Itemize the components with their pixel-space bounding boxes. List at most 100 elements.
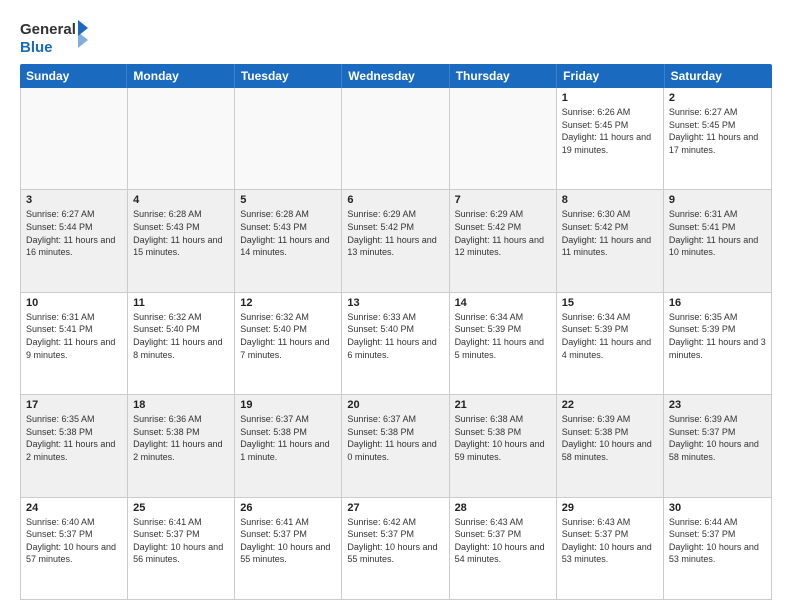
calendar-cell: 8 Sunrise: 6:30 AM Sunset: 5:42 PM Daylig… <box>557 190 664 291</box>
calendar-header: SundayMondayTuesdayWednesdayThursdayFrid… <box>20 64 772 88</box>
calendar-cell: 22 Sunrise: 6:39 AM Sunset: 5:38 PM Dayli… <box>557 395 664 496</box>
calendar-cell: 7Sunrise: 6:29 AM Sunset: 5:42 PM Daylig… <box>450 190 557 291</box>
page: GeneralBlue SundayMondayTuesdayWednesday… <box>0 0 792 612</box>
day-number: 21 <box>455 399 551 411</box>
day-number: 12 <box>240 297 336 309</box>
cell-info: Sunrise: 6:39 AM Sunset: 5:37 PM Dayligh… <box>669 413 766 463</box>
calendar-cell: 14 Sunrise: 6:34 AM Sunset: 5:39 PM Dayli… <box>450 293 557 394</box>
day-number: 16 <box>669 297 766 309</box>
day-number: 5 <box>240 194 336 206</box>
calendar: SundayMondayTuesdayWednesdayThursdayFrid… <box>20 64 772 600</box>
calendar-cell: 28Sunrise: 6:43 AM Sunset: 5:37 PM Dayli… <box>450 498 557 599</box>
cell-info: Sunrise: 6:36 AM Sunset: 5:38 PM Dayligh… <box>133 413 229 463</box>
calendar-cell: 15Sunrise: 6:34 AM Sunset: 5:39 PM Dayli… <box>557 293 664 394</box>
cell-info: Sunrise: 6:31 AM Sunset: 5:41 PM Dayligh… <box>26 311 122 361</box>
day-number: 2 <box>669 92 766 104</box>
day-number: 27 <box>347 502 443 514</box>
calendar-cell: 30Sunrise: 6:44 AM Sunset: 5:37 PM Dayli… <box>664 498 771 599</box>
cell-info: Sunrise: 6:39 AM Sunset: 5:38 PM Dayligh… <box>562 413 658 463</box>
day-of-week-header: Friday <box>557 64 664 88</box>
calendar-cell: 12Sunrise: 6:32 AM Sunset: 5:40 PM Dayli… <box>235 293 342 394</box>
calendar-cell: 13 Sunrise: 6:33 AM Sunset: 5:40 PM Dayli… <box>342 293 449 394</box>
day-number: 22 <box>562 399 658 411</box>
calendar-cell <box>450 88 557 189</box>
day-number: 4 <box>133 194 229 206</box>
day-number: 20 <box>347 399 443 411</box>
day-number: 10 <box>26 297 122 309</box>
calendar-cell: 10 Sunrise: 6:31 AM Sunset: 5:41 PM Dayli… <box>21 293 128 394</box>
calendar-cell: 23 Sunrise: 6:39 AM Sunset: 5:37 PM Dayli… <box>664 395 771 496</box>
cell-info: Sunrise: 6:26 AM Sunset: 5:45 PM Dayligh… <box>562 106 658 156</box>
day-of-week-header: Sunday <box>20 64 127 88</box>
day-number: 26 <box>240 502 336 514</box>
day-of-week-header: Wednesday <box>342 64 449 88</box>
calendar-body: 1 Sunrise: 6:26 AM Sunset: 5:45 PM Daylig… <box>20 88 772 600</box>
day-of-week-header: Tuesday <box>235 64 342 88</box>
day-number: 13 <box>347 297 443 309</box>
day-number: 25 <box>133 502 229 514</box>
cell-info: Sunrise: 6:34 AM Sunset: 5:39 PM Dayligh… <box>455 311 551 361</box>
calendar-cell <box>235 88 342 189</box>
calendar-week-row: 3Sunrise: 6:27 AM Sunset: 5:44 PM Daylig… <box>21 190 771 292</box>
cell-info: Sunrise: 6:35 AM Sunset: 5:39 PM Dayligh… <box>669 311 766 361</box>
cell-info: Sunrise: 6:40 AM Sunset: 5:37 PM Dayligh… <box>26 516 122 566</box>
calendar-cell: 6 Sunrise: 6:29 AM Sunset: 5:42 PM Daylig… <box>342 190 449 291</box>
calendar-week-row: 1 Sunrise: 6:26 AM Sunset: 5:45 PM Daylig… <box>21 88 771 190</box>
calendar-cell <box>342 88 449 189</box>
calendar-cell: 9Sunrise: 6:31 AM Sunset: 5:41 PM Daylig… <box>664 190 771 291</box>
cell-info: Sunrise: 6:31 AM Sunset: 5:41 PM Dayligh… <box>669 208 766 258</box>
calendar-cell: 5Sunrise: 6:28 AM Sunset: 5:43 PM Daylig… <box>235 190 342 291</box>
cell-info: Sunrise: 6:34 AM Sunset: 5:39 PM Dayligh… <box>562 311 658 361</box>
calendar-cell: 16 Sunrise: 6:35 AM Sunset: 5:39 PM Dayli… <box>664 293 771 394</box>
cell-info: Sunrise: 6:28 AM Sunset: 5:43 PM Dayligh… <box>133 208 229 258</box>
calendar-cell: 18 Sunrise: 6:36 AM Sunset: 5:38 PM Dayli… <box>128 395 235 496</box>
day-number: 19 <box>240 399 336 411</box>
logo: GeneralBlue <box>20 16 90 56</box>
calendar-cell: 4 Sunrise: 6:28 AM Sunset: 5:43 PM Daylig… <box>128 190 235 291</box>
cell-info: Sunrise: 6:37 AM Sunset: 5:38 PM Dayligh… <box>347 413 443 463</box>
day-number: 29 <box>562 502 658 514</box>
cell-info: Sunrise: 6:41 AM Sunset: 5:37 PM Dayligh… <box>240 516 336 566</box>
calendar-cell: 20 Sunrise: 6:37 AM Sunset: 5:38 PM Dayli… <box>342 395 449 496</box>
cell-info: Sunrise: 6:35 AM Sunset: 5:38 PM Dayligh… <box>26 413 122 463</box>
calendar-week-row: 24 Sunrise: 6:40 AM Sunset: 5:37 PM Dayli… <box>21 498 771 599</box>
calendar-cell: 11 Sunrise: 6:32 AM Sunset: 5:40 PM Dayli… <box>128 293 235 394</box>
day-of-week-header: Monday <box>127 64 234 88</box>
cell-info: Sunrise: 6:27 AM Sunset: 5:45 PM Dayligh… <box>669 106 766 156</box>
calendar-week-row: 17Sunrise: 6:35 AM Sunset: 5:38 PM Dayli… <box>21 395 771 497</box>
calendar-cell: 29 Sunrise: 6:43 AM Sunset: 5:37 PM Dayli… <box>557 498 664 599</box>
calendar-cell: 19 Sunrise: 6:37 AM Sunset: 5:38 PM Dayli… <box>235 395 342 496</box>
cell-info: Sunrise: 6:43 AM Sunset: 5:37 PM Dayligh… <box>455 516 551 566</box>
day-of-week-header: Thursday <box>450 64 557 88</box>
day-number: 14 <box>455 297 551 309</box>
header: GeneralBlue <box>20 16 772 56</box>
calendar-cell: 24 Sunrise: 6:40 AM Sunset: 5:37 PM Dayli… <box>21 498 128 599</box>
cell-info: Sunrise: 6:44 AM Sunset: 5:37 PM Dayligh… <box>669 516 766 566</box>
svg-text:Blue: Blue <box>20 39 53 56</box>
cell-info: Sunrise: 6:33 AM Sunset: 5:40 PM Dayligh… <box>347 311 443 361</box>
calendar-cell: 26 Sunrise: 6:41 AM Sunset: 5:37 PM Dayli… <box>235 498 342 599</box>
day-number: 23 <box>669 399 766 411</box>
logo-svg: GeneralBlue <box>20 16 90 56</box>
calendar-cell: 2 Sunrise: 6:27 AM Sunset: 5:45 PM Daylig… <box>664 88 771 189</box>
cell-info: Sunrise: 6:29 AM Sunset: 5:42 PM Dayligh… <box>347 208 443 258</box>
day-number: 1 <box>562 92 658 104</box>
calendar-cell: 1 Sunrise: 6:26 AM Sunset: 5:45 PM Daylig… <box>557 88 664 189</box>
calendar-cell: 21 Sunrise: 6:38 AM Sunset: 5:38 PM Dayli… <box>450 395 557 496</box>
cell-info: Sunrise: 6:38 AM Sunset: 5:38 PM Dayligh… <box>455 413 551 463</box>
cell-info: Sunrise: 6:32 AM Sunset: 5:40 PM Dayligh… <box>133 311 229 361</box>
svg-text:General: General <box>20 21 76 38</box>
cell-info: Sunrise: 6:37 AM Sunset: 5:38 PM Dayligh… <box>240 413 336 463</box>
calendar-cell <box>21 88 128 189</box>
cell-info: Sunrise: 6:41 AM Sunset: 5:37 PM Dayligh… <box>133 516 229 566</box>
day-number: 8 <box>562 194 658 206</box>
cell-info: Sunrise: 6:30 AM Sunset: 5:42 PM Dayligh… <box>562 208 658 258</box>
cell-info: Sunrise: 6:42 AM Sunset: 5:37 PM Dayligh… <box>347 516 443 566</box>
day-of-week-header: Saturday <box>665 64 772 88</box>
day-number: 24 <box>26 502 122 514</box>
day-number: 11 <box>133 297 229 309</box>
cell-info: Sunrise: 6:43 AM Sunset: 5:37 PM Dayligh… <box>562 516 658 566</box>
day-number: 18 <box>133 399 229 411</box>
day-number: 6 <box>347 194 443 206</box>
calendar-cell: 25 Sunrise: 6:41 AM Sunset: 5:37 PM Dayli… <box>128 498 235 599</box>
